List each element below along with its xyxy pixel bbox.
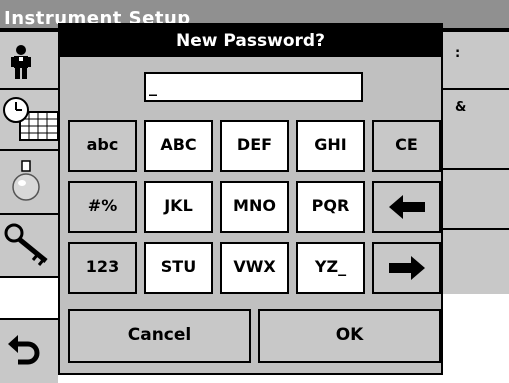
datetime-menu-item[interactable]: [0, 88, 58, 149]
key-STU[interactable]: STU: [144, 242, 213, 294]
clock-calendar-icon: [3, 97, 58, 141]
right-setting-1-label: :: [455, 46, 461, 61]
operator-menu-item[interactable]: [0, 30, 58, 88]
key-DEF[interactable]: DEF: [220, 120, 289, 172]
right-setting-4[interactable]: [440, 228, 509, 294]
arrow-right-icon: [388, 256, 425, 280]
cancel-button[interactable]: Cancel: [68, 309, 251, 363]
arrow-left-icon: [388, 195, 425, 219]
back-arrow-icon: [8, 335, 40, 365]
password-dialog: New Password? _ abc ABC DEF GHI CE #% JK…: [58, 23, 443, 375]
key-YZ[interactable]: YZ_: [296, 242, 365, 294]
operator-icon: [11, 45, 31, 79]
ok-button[interactable]: OK: [258, 309, 441, 363]
key-cursor-right[interactable]: [372, 242, 441, 294]
key-backspace[interactable]: [372, 181, 441, 233]
key-MNO[interactable]: MNO: [220, 181, 289, 233]
password-menu-item[interactable]: [0, 213, 58, 276]
empty-menu-slot: [0, 276, 58, 318]
key-CE[interactable]: CE: [372, 120, 441, 172]
key-PQR[interactable]: PQR: [296, 181, 365, 233]
key-numeric[interactable]: 123: [68, 242, 137, 294]
right-setting-3[interactable]: [440, 168, 509, 228]
back-button[interactable]: [0, 318, 58, 383]
key-GHI[interactable]: GHI: [296, 120, 365, 172]
key-ABC[interactable]: ABC: [144, 120, 213, 172]
key-abc[interactable]: abc: [68, 120, 137, 172]
dialog-title: New Password?: [60, 25, 441, 57]
chemistry-menu-item[interactable]: [0, 149, 58, 213]
key-JKL[interactable]: JKL: [144, 181, 213, 233]
right-setting-2[interactable]: &: [440, 88, 509, 168]
key-symbols[interactable]: #%: [68, 181, 137, 233]
right-setting-2-label: &: [455, 100, 467, 115]
key-icon: [4, 223, 48, 266]
password-input[interactable]: _: [144, 72, 363, 102]
right-setting-1[interactable]: :: [440, 30, 509, 88]
flask-icon: [12, 160, 40, 201]
key-VWX[interactable]: VWX: [220, 242, 289, 294]
